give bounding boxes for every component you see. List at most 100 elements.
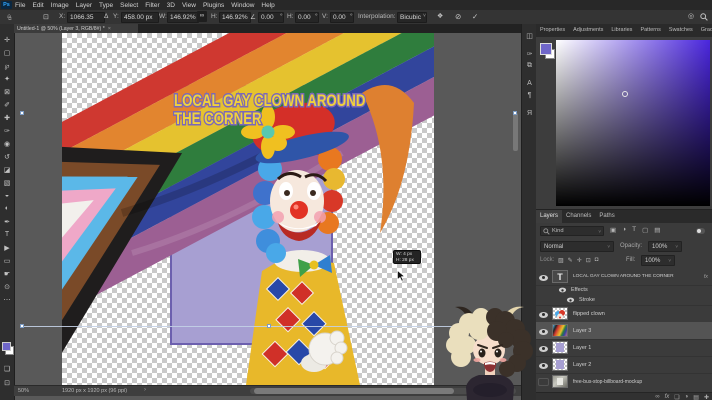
lock-position-icon[interactable]: ✛ [577,257,582,264]
tab-properties[interactable]: Properties [536,24,569,37]
layer-row-flipped-clown[interactable]: flipped clown [536,305,712,323]
menu-file[interactable]: File [15,2,25,9]
lock-artboard-icon[interactable]: ⊡ [586,257,591,264]
gradient-tool[interactable]: ▧ [0,176,14,189]
zoom-tool[interactable]: ⊙ [0,280,14,293]
filter-toggle-switch[interactable] [696,228,705,234]
relative-position-icon[interactable]: Δ [104,13,108,20]
filter-smart-objects-icon[interactable]: ▤ [654,226,660,234]
layer-filter-select[interactable]: Kind ˅ [540,226,604,236]
y-value-field[interactable]: 458.00 px [121,12,159,23]
object-selection-tool[interactable]: ✦ [0,72,14,85]
fill-field[interactable]: 100% ˅ [641,255,675,266]
tab-paths[interactable]: Paths [595,210,618,223]
layer-row-text[interactable]: T LOCAL GAY CLOWN AROUND THE CORNER fx [536,268,712,286]
document-tab[interactable]: Untitled-1 @ 50% (Layer 3, RGB/8#) * × [14,24,138,33]
tab-adjustments[interactable]: Adjustments [569,24,607,37]
foreground-color-swatch[interactable] [2,342,11,351]
lock-transparency-icon[interactable]: ▨ [558,257,564,264]
hand-tool[interactable]: ☛ [0,267,14,280]
quick-mask-button[interactable]: ❏ [0,362,14,375]
canvas[interactable]: LOCAL GAY CLOWN AROUND THE CORNER [62,33,434,385]
vertical-scrollbar[interactable] [513,113,518,151]
menu-view[interactable]: View [182,2,196,9]
shape-tool[interactable]: ▭ [0,254,14,267]
brush-settings-panel-icon[interactable]: ✑ [522,50,537,58]
foreground-swatch[interactable] [540,43,552,55]
link-layers-icon[interactable]: ∞ [655,394,659,400]
layer-row-layer1[interactable]: Layer 1 [536,339,712,357]
history-brush-tool[interactable]: ↺ [0,150,14,163]
clone-source-panel-icon[interactable]: ⧉ [522,62,537,70]
layer-fx-badge[interactable]: fx [704,274,708,280]
visibility-eye-icon[interactable] [538,274,548,281]
tab-channels[interactable]: Channels [562,210,595,223]
interpolation-caret-icon[interactable]: ˅ [423,13,426,19]
x-value-field[interactable]: 1066.35 px [67,12,105,30]
cancel-transform-icon[interactable]: ⊘ [455,12,461,21]
tab-layers[interactable]: Layers [536,210,563,223]
screen-mode-button[interactable]: ⊡ [0,376,14,389]
menu-filter[interactable]: Filter [145,2,159,9]
lock-all-icon[interactable]: ◘ [595,257,599,264]
brush-tool[interactable]: ✑ [0,124,14,137]
eraser-tool[interactable]: ◪ [0,163,14,176]
menu-edit[interactable]: Edit [32,2,43,9]
lasso-tool[interactable]: ℘ [0,59,14,72]
color-field[interactable] [556,40,710,206]
reference-point-icon[interactable]: ⊡ [43,13,49,21]
paragraph-panel-icon[interactable]: ¶ [522,92,537,99]
tab-swatches[interactable]: Swatches [665,24,697,37]
transform-handle-bottom-left[interactable] [20,324,24,328]
layer-style-icon[interactable]: fx [665,394,670,400]
adjustment-layer-icon[interactable]: ◑ [685,394,689,400]
clone-stamp-tool[interactable]: ◉ [0,137,14,150]
zoom-percent-field[interactable]: 50% [18,388,29,394]
tab-gradients[interactable]: Gradients [697,24,712,37]
tab-libraries[interactable]: Libraries [607,24,636,37]
type-tool[interactable]: T [0,228,14,241]
add-mask-icon[interactable]: ❏ [674,394,679,400]
menu-image[interactable]: Image [51,2,69,9]
color-field-cursor[interactable] [622,91,628,97]
layer-row-layer3-selected[interactable]: Layer 3 [536,322,712,340]
transform-handle-middle-right[interactable] [513,111,517,115]
tab-close-icon[interactable]: × [108,26,111,32]
transform-handle-bottom-center[interactable] [267,324,271,328]
eyedropper-tool[interactable]: ✐ [0,98,14,111]
marquee-tool[interactable]: ▢ [0,46,14,59]
menu-plugins[interactable]: Plugins [203,2,224,9]
maintain-aspect-link-icon[interactable]: ∞ [197,11,207,22]
filter-shape-layers-icon[interactable]: ▢ [642,226,648,234]
menu-select[interactable]: Select [120,2,138,9]
visibility-eye-icon[interactable] [558,287,567,293]
menu-window[interactable]: Window [231,2,254,9]
menu-type[interactable]: Type [99,2,113,9]
menu-3d[interactable]: 3D [167,2,175,9]
visibility-eye-icon[interactable] [566,297,575,303]
blur-tool[interactable]: ◒ [0,189,14,202]
lock-pixels-icon[interactable]: ✎ [568,257,573,264]
width-value-field[interactable]: 146.92% [167,12,199,23]
blend-mode-select[interactable]: Normal ˅ [540,241,614,252]
menu-help[interactable]: Help [261,2,274,9]
tab-patterns[interactable]: Patterns [636,24,664,37]
filter-type-layers-icon[interactable]: T [632,226,636,234]
transform-handle-middle-left[interactable] [20,111,24,115]
pen-tool[interactable]: ✒ [0,215,14,228]
menu-layer[interactable]: Layer [76,2,92,9]
warp-mode-icon[interactable]: ❖ [437,12,443,20]
filter-pixel-layers-icon[interactable]: ▣ [610,226,616,234]
character-panel-icon[interactable]: A [522,80,537,87]
layer-row-layer2[interactable]: Layer 2 [536,356,712,374]
commit-transform-icon[interactable]: ✓ [472,12,478,21]
edit-toolbar-button[interactable]: ⋯ [0,293,14,306]
layer-row-effects[interactable]: Effects [536,285,712,295]
filter-adjustment-layers-icon[interactable]: ◑ [622,226,626,234]
workspace-icon[interactable]: ⧉ [8,16,12,22]
height-value-field[interactable]: 146.92% [219,12,251,23]
collapse-panels-icon[interactable]: ◫ [522,32,537,40]
glyphs-panel-icon[interactable]: Я [522,110,537,117]
dodge-tool[interactable]: ◐ [0,202,14,215]
search-icon[interactable] [700,13,708,21]
